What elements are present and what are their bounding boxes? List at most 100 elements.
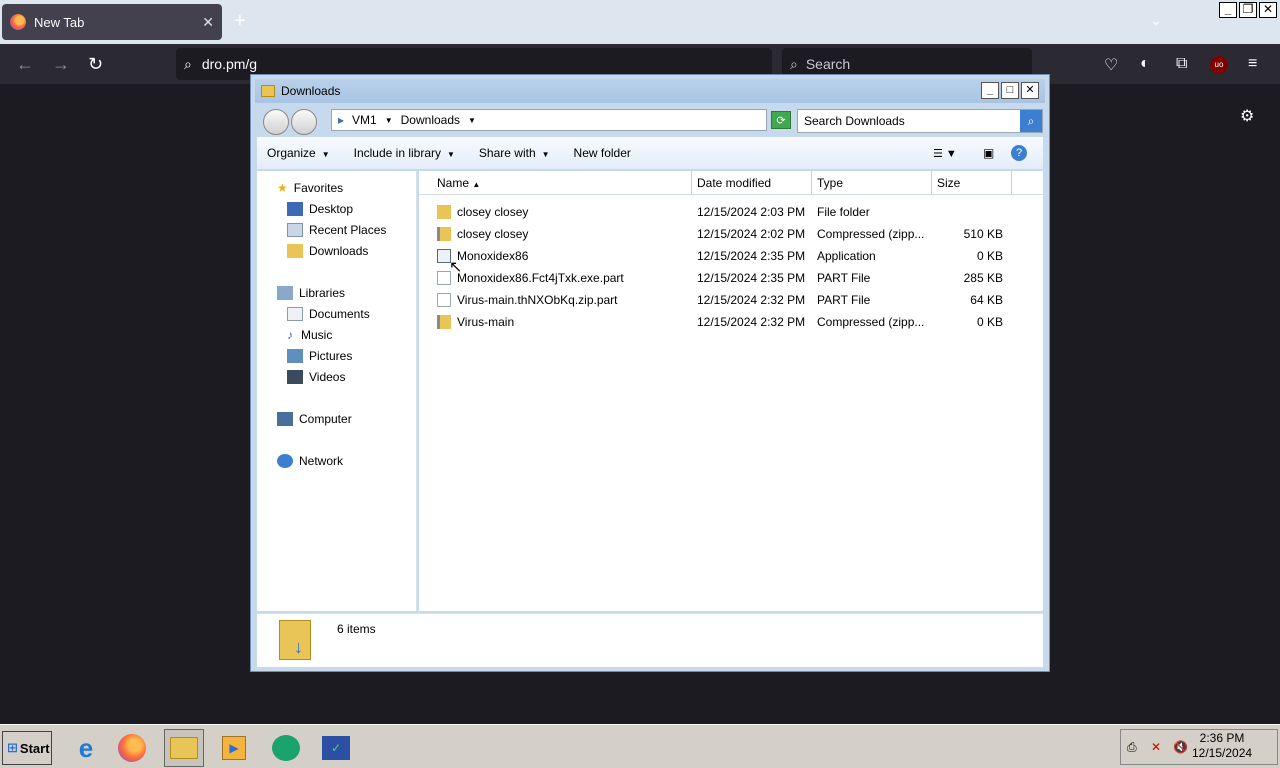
nav-music[interactable]: ♪ Music — [287, 328, 332, 342]
include-in-library-button[interactable]: Include in library ▼ — [354, 146, 455, 160]
new-folder-button[interactable]: New folder — [574, 146, 631, 160]
start-button[interactable]: ⊞ Start — [2, 731, 52, 765]
explorer-titlebar[interactable]: Downloads — [255, 79, 1045, 103]
clock[interactable]: 2:36 PM 12/15/2024 — [1192, 731, 1252, 761]
file-type: PART File — [817, 271, 871, 285]
internet-explorer-icon[interactable]: e — [66, 729, 106, 767]
nav-favorites[interactable]: ★ Favorites — [277, 181, 343, 195]
view-options-icon[interactable]: ☰ ▼ — [933, 147, 957, 160]
nav-pictures[interactable]: Pictures — [287, 349, 352, 363]
window-title: Downloads — [281, 84, 341, 98]
nav-documents[interactable]: Documents — [287, 307, 370, 321]
sort-ascending-icon: ▲ — [472, 180, 481, 189]
file-row[interactable]: Monoxidex86 12/15/2024 2:35 PM Applicati… — [419, 245, 1043, 267]
forward-button[interactable] — [291, 109, 317, 135]
nav-network[interactable]: Network — [277, 454, 343, 468]
file-row[interactable]: Virus-main.thNXObKq.zip.part 12/15/2024 … — [419, 289, 1043, 311]
nav-downloads[interactable]: Downloads — [287, 244, 368, 258]
menu-icon[interactable]: ≡ — [1248, 55, 1257, 73]
zip-folder-icon — [437, 315, 451, 329]
folder-icon — [261, 85, 275, 97]
network-icon — [277, 454, 293, 468]
nav-desktop[interactable]: Desktop — [287, 202, 353, 216]
ublock-icon[interactable]: uo — [1210, 56, 1228, 74]
column-divider[interactable] — [931, 171, 932, 195]
file-date: 12/15/2024 2:02 PM — [697, 227, 806, 241]
close-button[interactable]: ✕ — [1259, 2, 1277, 18]
explorer-taskbar-icon[interactable] — [164, 729, 204, 767]
downloads-folder-icon: ↓ — [279, 620, 311, 660]
new-tab-button[interactable]: + — [234, 10, 246, 33]
list-all-tabs-icon[interactable]: ⌄ — [1150, 12, 1162, 29]
tab-close-icon[interactable]: ✕ — [202, 14, 214, 31]
search-icon: ⌕ — [790, 55, 798, 72]
help-icon[interactable]: ? — [1011, 145, 1027, 161]
network-disconnected-icon[interactable]: ✕ — [1151, 740, 1161, 754]
share-with-button[interactable]: Share with ▼ — [479, 146, 550, 160]
column-header-size[interactable]: Size — [937, 176, 960, 190]
mouse-cursor-icon: ↖ — [449, 259, 463, 276]
firefox-account-icon[interactable]: ◐ — [1140, 55, 1150, 73]
minimize-button[interactable]: _ — [981, 82, 999, 99]
column-divider[interactable] — [691, 171, 692, 195]
chevron-down-icon[interactable]: ▼ — [468, 116, 476, 125]
nav-computer[interactable]: Computer — [277, 412, 352, 426]
pocket-icon[interactable]: ♡ — [1104, 55, 1118, 75]
back-button[interactable] — [263, 109, 289, 135]
search-icon: ⌕ — [184, 55, 192, 72]
organize-button[interactable]: Organize ▼ — [267, 146, 330, 160]
file-row[interactable]: closey closey 12/15/2024 2:02 PM Compres… — [419, 223, 1043, 245]
column-header-name[interactable]: Name ▲ — [437, 176, 480, 190]
file-size: 0 KB — [976, 315, 1003, 329]
chevron-down-icon[interactable]: ▼ — [385, 116, 393, 125]
minimize-button[interactable]: _ — [1219, 2, 1237, 18]
windows-logo-icon: ⊞ — [7, 740, 18, 755]
preview-pane-icon[interactable]: ▣ — [983, 146, 994, 160]
file-date: 12/15/2024 2:03 PM — [697, 205, 806, 219]
task-manager-icon[interactable]: ✓ — [316, 729, 356, 767]
file-row[interactable]: closey closey 12/15/2024 2:03 PM File fo… — [419, 201, 1043, 223]
restore-button[interactable]: ❐ — [1239, 2, 1257, 18]
column-header-type[interactable]: Type — [817, 176, 843, 190]
tab-new-tab[interactable]: New Tab ✕ — [2, 4, 222, 40]
back-arrow-icon[interactable]: ← — [16, 54, 34, 75]
nav-recent-places[interactable]: Recent Places — [287, 223, 386, 237]
downloads-folder-icon — [287, 244, 303, 258]
nav-libraries[interactable]: Libraries — [277, 286, 345, 300]
tab-title: New Tab — [34, 14, 85, 30]
reload-icon[interactable]: ↻ — [88, 54, 103, 75]
extensions-icon[interactable]: ⧉ — [1176, 55, 1187, 73]
file-name: closey closey — [457, 205, 529, 219]
file-row[interactable]: Virus-main 12/15/2024 2:32 PM Compressed… — [419, 311, 1043, 333]
url-text: dro.pm/g — [201, 56, 258, 72]
column-divider[interactable] — [811, 171, 812, 195]
breadcrumb-downloads[interactable]: Downloads — [401, 113, 460, 127]
file-list: Name ▲ Date modified Type Size closey cl… — [419, 171, 1043, 611]
search-downloads-field[interactable]: Search Downloads ⌕ — [797, 109, 1043, 133]
column-header-date[interactable]: Date modified — [697, 176, 771, 190]
address-row: ▸ VM1 ▼ Downloads ▼ ⟳ Search Downloads ⌕ — [257, 107, 1043, 135]
file-type: Compressed (zipp... — [817, 315, 925, 329]
column-header-row: Name ▲ Date modified Type Size — [419, 171, 1043, 195]
browser-tab-strip: New Tab ✕ + ⌄ _ ❐ ✕ — [0, 0, 1280, 44]
firefox-taskbar-icon[interactable] — [112, 729, 152, 767]
volume-muted-icon[interactable]: 🔇 — [1173, 740, 1188, 754]
nav-videos[interactable]: Videos — [287, 370, 345, 384]
action-center-icon[interactable]: ⎙ — [1127, 740, 1137, 755]
chat-app-icon[interactable] — [266, 729, 306, 767]
close-button[interactable]: ✕ — [1021, 82, 1039, 99]
media-player-icon[interactable]: ▶ — [214, 729, 254, 767]
column-divider[interactable] — [1011, 171, 1012, 195]
item-count: 6 items — [337, 622, 376, 636]
forward-arrow-icon[interactable]: → — [52, 54, 70, 75]
address-bar[interactable]: ▸ VM1 ▼ Downloads ▼ — [331, 109, 767, 131]
gear-icon[interactable]: ⚙ — [1240, 106, 1254, 126]
file-date: 12/15/2024 2:32 PM — [697, 315, 806, 329]
search-icon[interactable]: ⌕ — [1020, 110, 1042, 132]
file-date: 12/15/2024 2:32 PM — [697, 293, 806, 307]
documents-icon — [287, 307, 303, 321]
breadcrumb-vm1[interactable]: VM1 — [352, 113, 377, 127]
refresh-button[interactable]: ⟳ — [771, 111, 791, 129]
file-row[interactable]: Monoxidex86.Fct4jTxk.exe.part 12/15/2024… — [419, 267, 1043, 289]
maximize-button[interactable]: □ — [1001, 82, 1019, 99]
